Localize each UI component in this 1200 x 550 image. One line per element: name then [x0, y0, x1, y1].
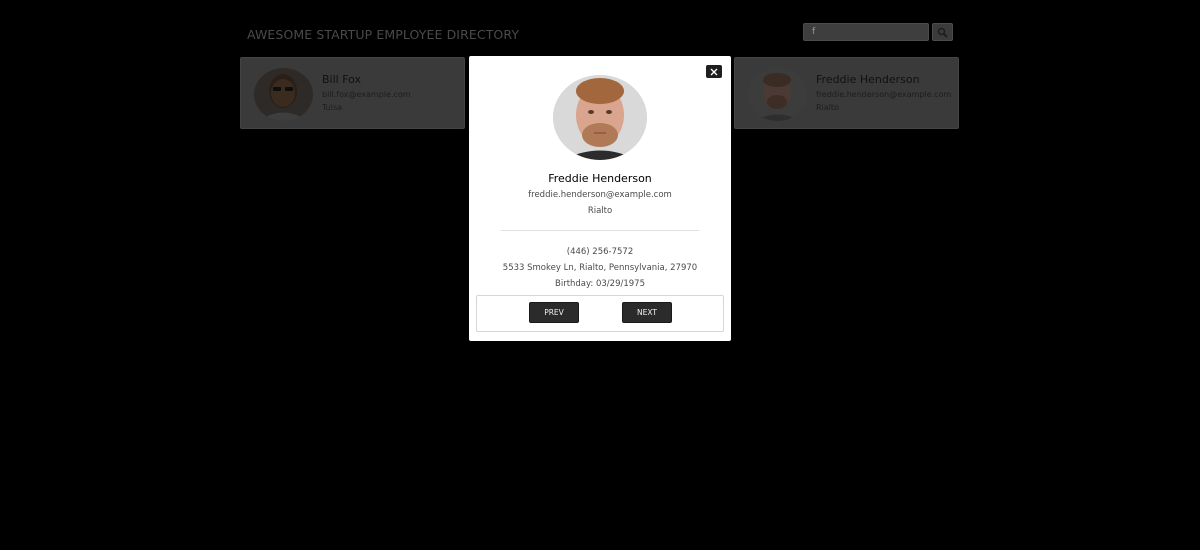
- modal-nav: PREV NEXT: [476, 295, 724, 332]
- close-button[interactable]: [706, 65, 722, 78]
- modal-city: Rialto: [587, 206, 613, 216]
- employee-card[interactable]: Freddie Henderson freddie.henderson@exam…: [734, 57, 959, 129]
- employee-email: freddie.henderson@example.com: [816, 90, 952, 99]
- divider: [501, 230, 699, 231]
- modal-name: Freddie Henderson: [548, 172, 652, 185]
- employee-city: Tulsa: [322, 103, 343, 112]
- modal-address: 5533 Smokey Ln, Rialto, Pennsylvania, 27…: [502, 263, 698, 273]
- prev-button[interactable]: PREV: [529, 302, 579, 323]
- modal-avatar: [553, 75, 647, 160]
- search-button[interactable]: [932, 23, 953, 41]
- employee-modal: Freddie Henderson freddie.henderson@exam…: [469, 56, 731, 341]
- search-input[interactable]: [803, 23, 929, 41]
- modal-email: freddie.henderson@example.com: [528, 190, 672, 200]
- search-icon: [937, 27, 948, 38]
- employee-card[interactable]: Bill Fox bill.fox@example.com Tulsa: [240, 57, 465, 129]
- close-icon: [710, 68, 718, 75]
- avatar: [254, 68, 313, 121]
- modal-birthday: Birthday: 03/29/1975: [555, 279, 645, 289]
- employee-email: bill.fox@example.com: [322, 90, 411, 99]
- next-button[interactable]: NEXT: [622, 302, 672, 323]
- avatar: [748, 68, 807, 121]
- employee-name: Freddie Henderson: [816, 73, 920, 86]
- employee-name: Bill Fox: [322, 73, 362, 86]
- modal-phone: (446) 256-7572: [566, 247, 634, 257]
- page-title: AWESOME STARTUP EMPLOYEE DIRECTORY: [247, 27, 520, 42]
- employee-city: Rialto: [816, 103, 839, 112]
